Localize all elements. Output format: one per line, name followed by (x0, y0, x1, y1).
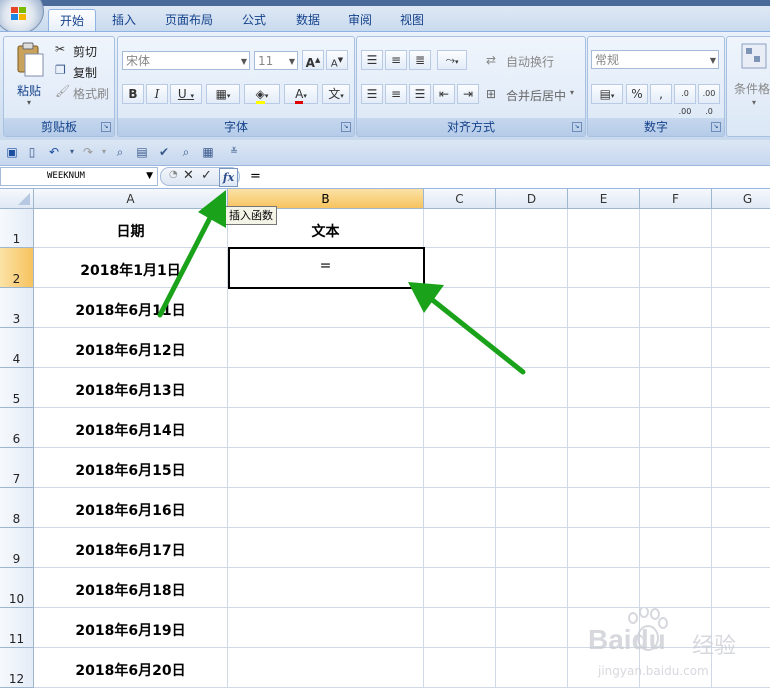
watermark-cn: 经验 (692, 634, 737, 659)
arrow-to-fx-icon (157, 190, 226, 318)
arrow-to-active-cell-icon (408, 282, 526, 375)
watermark-brand: Baidu (588, 624, 666, 655)
baidu-watermark: Baidu 经验 jingyan.baidu.com (588, 608, 768, 684)
annotation-arrows (157, 190, 526, 375)
watermark-url: jingyan.baidu.com (598, 664, 709, 678)
